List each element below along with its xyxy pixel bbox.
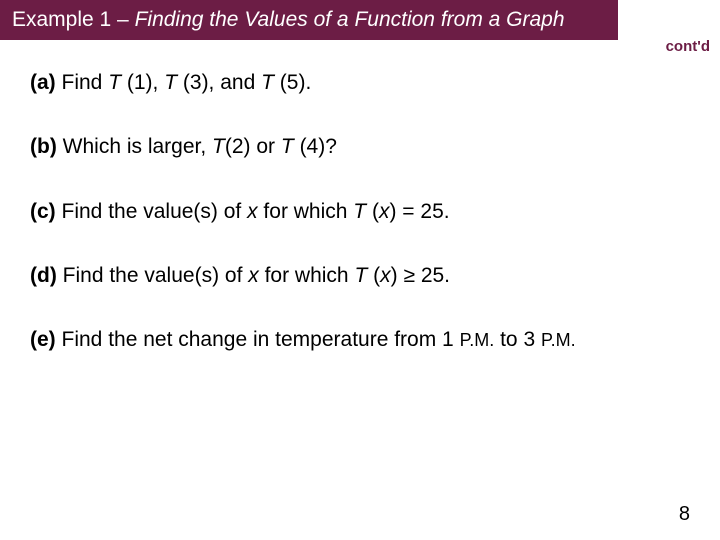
title-italic: Finding the Values of a Function from a … — [135, 8, 565, 31]
item-b-pre: Which is larger, — [57, 135, 212, 158]
item-d-mid: for which — [259, 264, 355, 287]
item-a-p2: (3), and — [183, 71, 261, 94]
var-x: x — [247, 200, 258, 223]
item-a-p3: (5). — [280, 71, 312, 94]
item-d-pre: Find the value(s) of — [57, 264, 248, 287]
item-c-label: (c) — [30, 200, 56, 223]
item-e-mid: to 3 — [494, 328, 541, 351]
slide-body: (a) Find T (1), T (3), and T (5). (b) Wh… — [0, 40, 720, 353]
var-x: x — [248, 264, 259, 287]
item-e-label: (e) — [30, 328, 56, 351]
fn-T: T — [261, 71, 280, 94]
item-d: (d) Find the value(s) of x for which T (… — [30, 263, 690, 289]
item-d-val: 25. — [415, 264, 450, 287]
item-a: (a) Find T (1), T (3), and T (5). — [30, 70, 690, 96]
item-a-label: (a) — [30, 71, 56, 94]
item-e-pre: Find the net change in temperature from … — [56, 328, 460, 351]
var-x: x — [380, 264, 391, 287]
ge-symbol: ≥ — [403, 264, 415, 287]
slide-title: Example 1 – Finding the Values of a Func… — [12, 8, 565, 32]
page-number: 8 — [679, 503, 690, 526]
fn-T: T — [212, 135, 225, 158]
pm-label: P.M. — [541, 330, 576, 350]
item-c-mid: for which — [258, 200, 354, 223]
pm-label: P.M. — [460, 330, 495, 350]
fn-T: T — [353, 200, 372, 223]
item-c-close: ) = 25. — [389, 200, 449, 223]
fn-T: T — [108, 71, 127, 94]
item-b-p2: (4)? — [300, 135, 337, 158]
item-c-open: ( — [372, 200, 379, 223]
item-d-close: ) — [391, 264, 404, 287]
fn-T: T — [281, 135, 300, 158]
title-prefix: Example 1 – — [12, 8, 135, 31]
item-d-label: (d) — [30, 264, 57, 287]
item-a-p1: (1), — [127, 71, 164, 94]
fn-T: T — [354, 264, 373, 287]
item-b-label: (b) — [30, 135, 57, 158]
item-a-pre: Find — [56, 71, 109, 94]
slide: Example 1 – Finding the Values of a Func… — [0, 0, 720, 540]
title-bar: Example 1 – Finding the Values of a Func… — [0, 0, 618, 40]
continued-label: cont'd — [666, 38, 710, 55]
item-b: (b) Which is larger, T(2) or T (4)? — [30, 134, 690, 160]
item-e: (e) Find the net change in temperature f… — [30, 327, 690, 353]
var-x: x — [379, 200, 390, 223]
item-c: (c) Find the value(s) of x for which T (… — [30, 199, 690, 225]
item-b-p1: (2) or — [225, 135, 281, 158]
item-c-pre: Find the value(s) of — [56, 200, 247, 223]
fn-T: T — [164, 71, 183, 94]
